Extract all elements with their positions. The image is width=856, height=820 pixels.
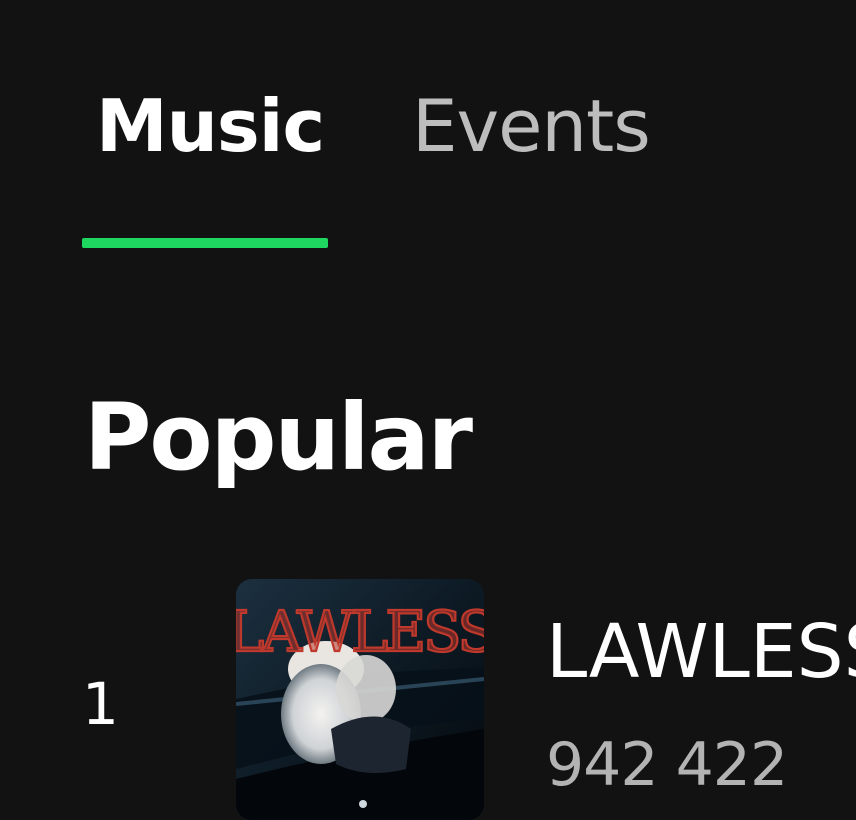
track-title: LAWLESS xyxy=(546,609,856,695)
track-row[interactable]: 1 LAWLESS LAWLESS LAWLES 942 422 xyxy=(0,575,856,820)
track-play-count: 942 422 xyxy=(546,730,788,800)
album-cover-title-fill: LAWLESS xyxy=(236,600,484,665)
album-cover-image: LAWLESS LAWLESS xyxy=(236,579,484,820)
tab-events[interactable]: Events xyxy=(412,90,651,162)
album-art: LAWLESS LAWLESS xyxy=(236,579,484,820)
section-title-popular: Popular xyxy=(84,384,473,491)
active-tab-indicator xyxy=(82,238,328,248)
tab-music[interactable]: Music xyxy=(96,90,325,162)
track-rank: 1 xyxy=(82,670,119,738)
tab-bar: Music Events xyxy=(0,0,856,260)
